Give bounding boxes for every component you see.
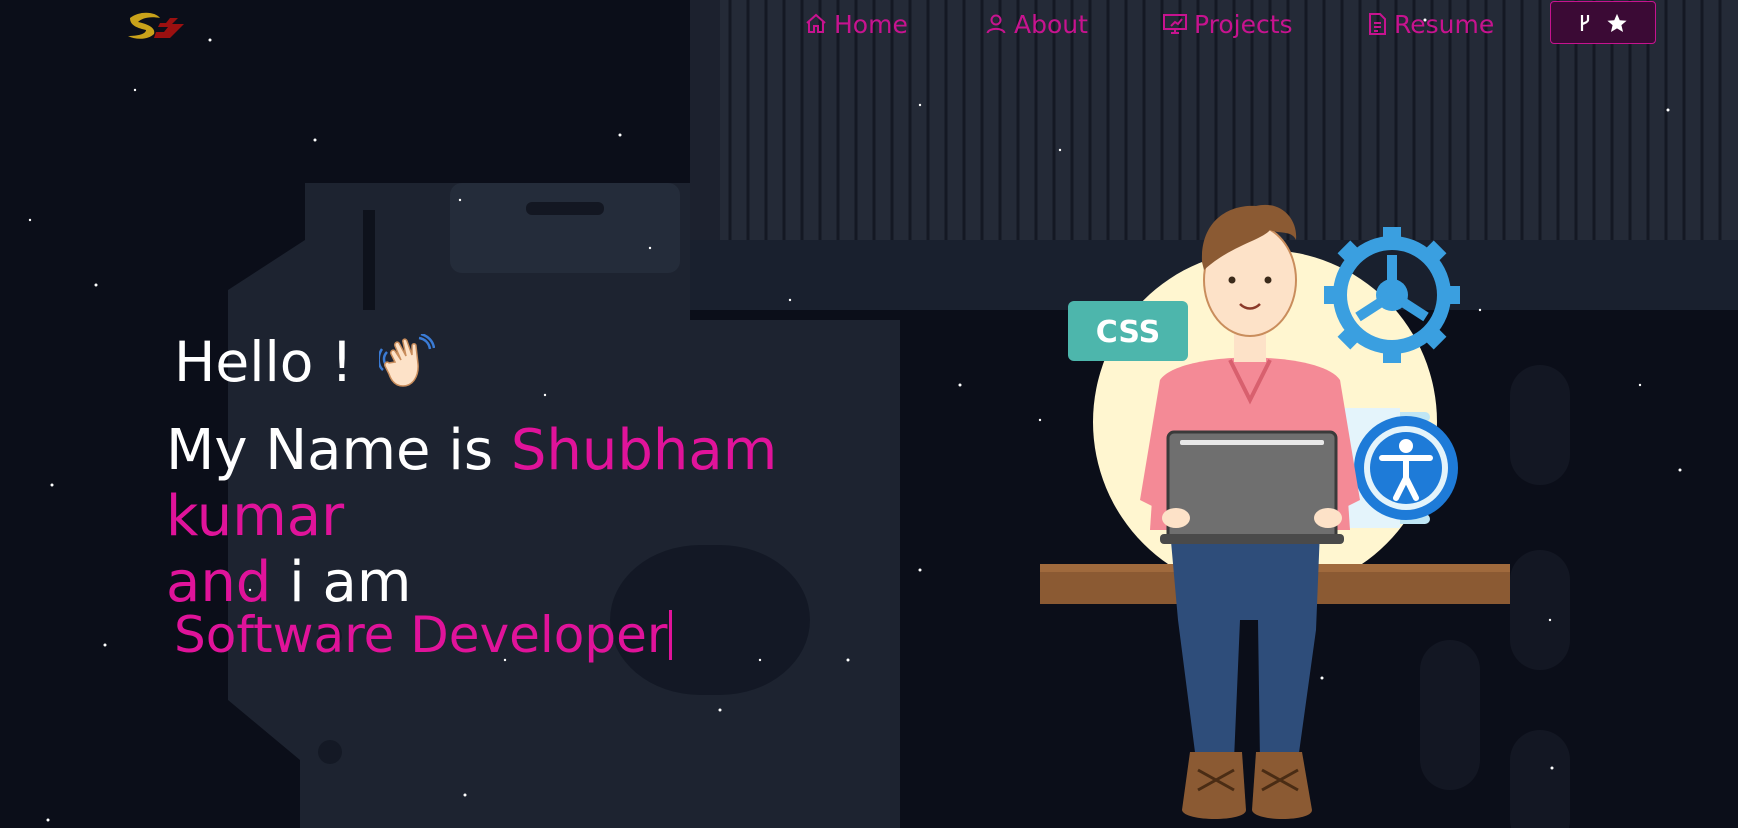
nav-about-label: About [1014,9,1088,39]
nav-home-label: Home [834,9,908,39]
nav-projects-label: Projects [1194,9,1293,39]
typing-cursor [669,610,673,660]
role-text: Software Developer [174,606,668,664]
site-logo[interactable] [126,10,188,44]
css-badge-label: CSS [1096,315,1160,350]
gear-icon [1324,227,1460,363]
developer-illustration: CSS [1040,204,1510,819]
nav-projects[interactable]: Projects [1162,4,1293,44]
greeting-text: Hello ! [174,330,353,394]
wave-hand-icon [378,334,435,387]
projects-icon [1163,14,1187,34]
home-icon [806,13,826,33]
name-intro: My Name is [166,418,511,483]
github-fork-star-button[interactable] [1550,1,1656,44]
user-icon [986,14,1006,34]
nav-home[interactable]: Home [804,4,908,44]
css-badge: CSS [1068,301,1188,361]
star-icon [1607,13,1627,32]
document-icon [1369,13,1386,35]
greeting: Hello ! [174,330,435,394]
top-navbar: Home About Projects Resume [0,0,1738,48]
name-heading: My Name is Shubham kumar and i am [166,418,926,616]
typewriter-role: Software Developer [174,606,673,664]
nav-resume-label: Resume [1394,9,1495,39]
nav-resume[interactable]: Resume [1366,4,1494,44]
fork-icon [1580,14,1590,31]
nav-about[interactable]: About [984,4,1088,44]
